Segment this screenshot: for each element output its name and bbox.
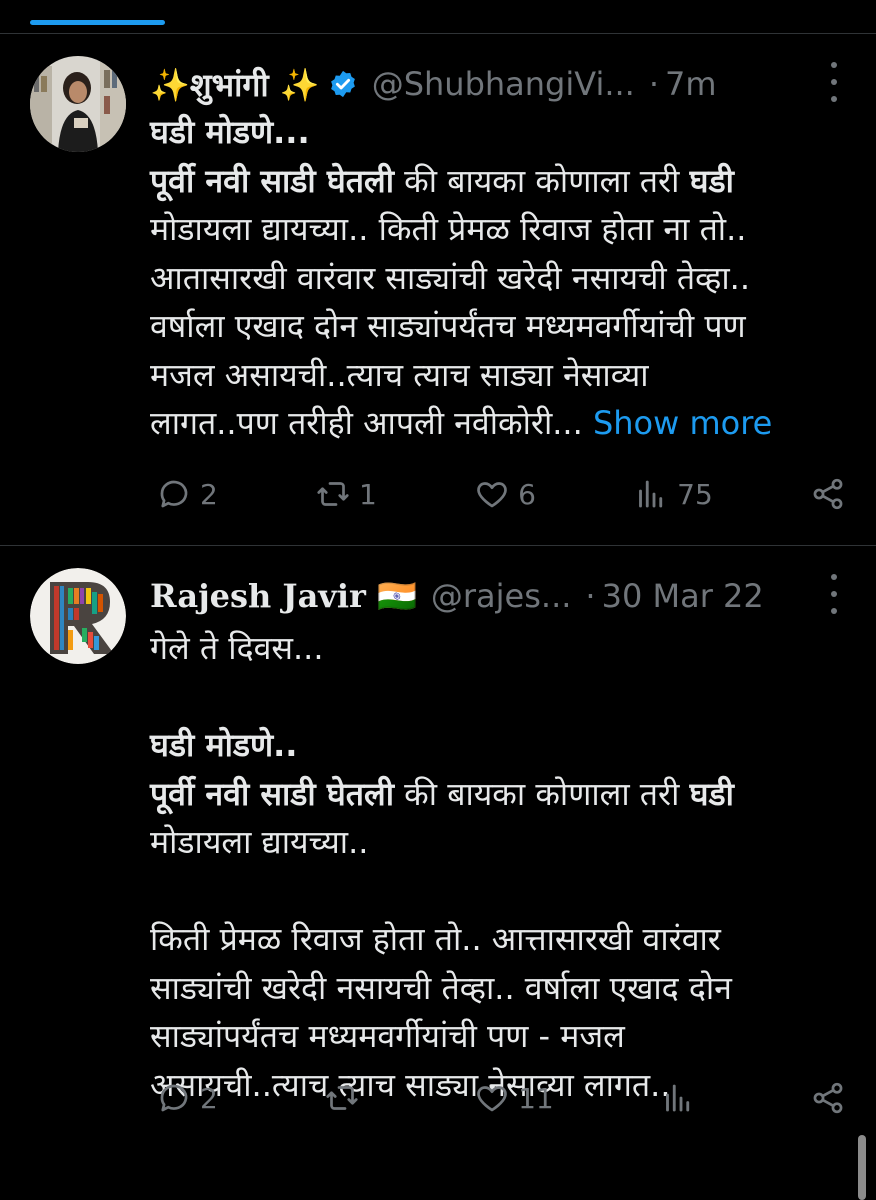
share-button[interactable] bbox=[810, 1080, 846, 1116]
text-segment: की बायका कोणाला तरी bbox=[393, 161, 690, 200]
views-button[interactable] bbox=[660, 1080, 704, 1116]
reply-count: 2 bbox=[200, 477, 218, 511]
text-line: वर्षाला एखाद दोन साड्यांपर्यंतच मध्यमवर्… bbox=[150, 302, 840, 351]
text-line: घडी मोडणे.. bbox=[150, 721, 840, 770]
tweet-actions: 2 11 bbox=[156, 1076, 846, 1120]
text-segment: पूर्वी नवी साडी घेतली bbox=[150, 774, 394, 813]
avatar[interactable] bbox=[30, 568, 126, 664]
heart-icon bbox=[477, 482, 507, 508]
retweet-count: 1 bbox=[359, 477, 377, 511]
reply-button[interactable]: 2 bbox=[156, 1080, 218, 1116]
text-line: आतासारखी वारंवार साड्यांची खरेदी नसायची … bbox=[150, 254, 840, 303]
like-count: 11 bbox=[518, 1081, 554, 1115]
text-segment: साड्यांपर्यंतच मध्यमवर्गीयांची पण - मजल bbox=[150, 1017, 625, 1055]
show-more-link[interactable]: Show more bbox=[593, 404, 772, 442]
text-segment: गेले ते दिवस... bbox=[150, 629, 324, 667]
text-segment: वर्षाला एखाद दोन साड्यांपर्यंतच मध्यमवर्… bbox=[150, 307, 746, 345]
text-segment: किती प्रेमळ रिवाज होता तो.. आत्तासारखी व… bbox=[150, 920, 721, 958]
verified-badge-icon bbox=[328, 69, 358, 99]
text-segment: घडी bbox=[689, 774, 734, 813]
text-segment: पूर्वी नवी साडी घेतली bbox=[150, 161, 394, 200]
author-name[interactable]: ✨शुभांगी ✨ bbox=[150, 63, 320, 106]
more-dots-icon[interactable] bbox=[822, 574, 846, 614]
share-icon bbox=[813, 478, 843, 510]
retweet-button[interactable]: 1 bbox=[315, 476, 377, 512]
tweet-text: गेले ते दिवस... घडी मोडणे.. पूर्वी नवी साड… bbox=[150, 624, 840, 1109]
like-button[interactable]: 11 bbox=[474, 1080, 554, 1116]
retweet-icon bbox=[317, 482, 349, 506]
author-handle[interactable]: @ShubhangiVi... bbox=[372, 65, 635, 103]
tweet-time[interactable]: 7m bbox=[665, 65, 717, 103]
views-button[interactable]: 75 bbox=[633, 476, 713, 512]
author-name[interactable]: Rajesh Javir 🇮🇳 bbox=[150, 577, 417, 615]
divider bbox=[0, 33, 876, 34]
text-line: मोडायला द्यायच्या.. bbox=[150, 818, 840, 867]
reply-button[interactable]: 2 bbox=[156, 476, 218, 512]
text-segment: मजल असायची..त्याच त्याच साड्या नेसाव्या bbox=[150, 355, 649, 394]
text-segment: मोडायला द्यायच्या.. bbox=[150, 823, 369, 861]
text-segment: मोडायला द्यायच्या.. किती प्रेमळ रिवाज हो… bbox=[150, 210, 747, 248]
tweet-header: Rajesh Javir 🇮🇳 @rajes... · 30 Mar 22 bbox=[150, 568, 846, 624]
text-segment: साड्यांची खरेदी नसायची तेव्हा.. वर्षाला … bbox=[150, 968, 732, 1007]
text-line: साड्यांची खरेदी नसायची तेव्हा.. वर्षाला … bbox=[150, 964, 840, 1013]
text-line: लागत..पण तरीही आपली नवीकोरी... Show more bbox=[150, 399, 840, 448]
separator-dot: · bbox=[585, 577, 596, 615]
reply-icon bbox=[160, 1084, 188, 1112]
text-line: साड्यांपर्यंतच मध्यमवर्गीयांची पण - मजल bbox=[150, 1012, 840, 1061]
text-segment: लागत..पण तरीही आपली नवीकोरी... bbox=[150, 404, 593, 442]
like-count: 6 bbox=[518, 477, 536, 511]
tweet-header: ✨शुभांगी ✨ @ShubhangiVi... · 7m bbox=[150, 56, 846, 112]
tweet-time[interactable]: 30 Mar 22 bbox=[602, 577, 764, 615]
text-line: गेले ते दिवस... bbox=[150, 624, 840, 673]
text-segment: घडी मोडणे... bbox=[150, 113, 310, 151]
text-line: पूर्वी नवी साडी घेतली की बायका कोणाला तर… bbox=[150, 157, 840, 206]
more-dots-icon[interactable] bbox=[822, 62, 846, 102]
active-tab-indicator bbox=[30, 20, 165, 25]
text-line: मोडायला द्यायच्या.. किती प्रेमळ रिवाज हो… bbox=[150, 205, 840, 254]
share-button[interactable] bbox=[810, 476, 846, 512]
retweet-icon bbox=[326, 1086, 358, 1110]
views-count: 75 bbox=[677, 477, 713, 511]
author-handle[interactable]: @rajes... bbox=[431, 577, 572, 615]
text-line: पूर्वी नवी साडी घेतली की बायका कोणाला तर… bbox=[150, 770, 840, 819]
text-line: घडी मोडणे... bbox=[150, 108, 840, 157]
text-segment: आतासारखी वारंवार साड्यांची खरेदी नसायची … bbox=[150, 258, 751, 297]
reply-count: 2 bbox=[200, 1081, 218, 1115]
analytics-icon bbox=[639, 480, 663, 508]
retweet-button[interactable] bbox=[324, 1080, 368, 1116]
share-icon bbox=[813, 1082, 843, 1114]
text-line: मजल असायची..त्याच त्याच साड्या नेसाव्या bbox=[150, 351, 840, 400]
text-segment: घडी मोडणे.. bbox=[150, 726, 298, 764]
avatar[interactable] bbox=[30, 56, 126, 152]
reply-icon bbox=[160, 480, 188, 508]
analytics-icon bbox=[665, 1084, 690, 1112]
text-line: किती प्रेमळ रिवाज होता तो.. आत्तासारखी व… bbox=[150, 915, 840, 964]
divider bbox=[0, 545, 876, 546]
scrollbar-thumb[interactable] bbox=[858, 1135, 866, 1200]
heart-icon bbox=[477, 1086, 507, 1112]
text-segment: की बायका कोणाला तरी bbox=[393, 774, 690, 813]
tweet-actions: 2 1 6 75 bbox=[156, 472, 846, 516]
text-segment: घडी bbox=[689, 161, 734, 200]
like-button[interactable]: 6 bbox=[474, 476, 536, 512]
separator-dot: · bbox=[648, 65, 660, 103]
tweet-text: घडी मोडणे... पूर्वी नवी साडी घेतली की बाय… bbox=[150, 108, 840, 448]
